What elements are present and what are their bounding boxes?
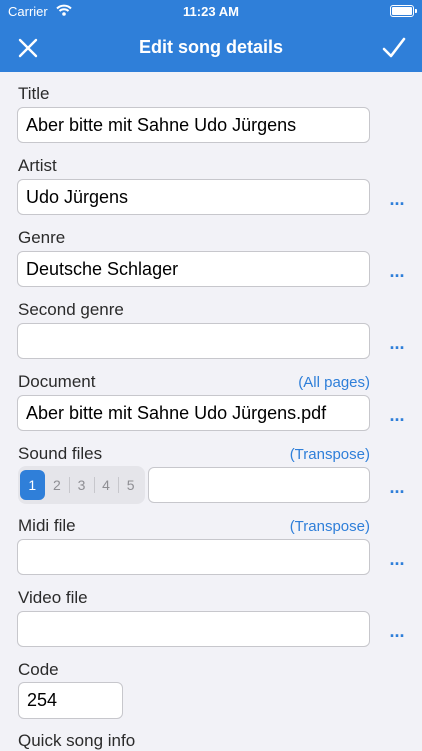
code-label: Code [18, 660, 59, 679]
genre-more-button[interactable]: ... [386, 262, 408, 280]
video-file-field[interactable] [17, 611, 370, 647]
title-field[interactable]: Aber bitte mit Sahne Udo Jürgens [17, 107, 370, 143]
sound-file-selector: 1 2 3 4 5 [18, 466, 145, 504]
checkmark-icon [382, 37, 406, 58]
sound-files-more-button[interactable]: ... [386, 478, 408, 496]
second-genre-field[interactable] [17, 323, 370, 359]
navigation-bar: Edit song details [0, 24, 422, 72]
all-pages-link[interactable]: (All pages) [298, 374, 370, 391]
second-genre-more-button[interactable]: ... [386, 334, 408, 352]
page-title: Edit song details [138, 37, 284, 57]
status-bar: Carrier 11:23 AM [0, 0, 422, 24]
sound-files-label: Sound files [18, 444, 103, 463]
genre-field[interactable]: Deutsche Schlager [17, 251, 370, 287]
genre-label: Genre [18, 228, 66, 247]
status-time: 11:23 AM [183, 4, 239, 19]
document-more-button[interactable]: ... [386, 406, 408, 424]
artist-more-button[interactable]: ... [386, 190, 408, 208]
sound-file-tab-2[interactable]: 2 [45, 470, 70, 500]
sound-transpose-link[interactable]: (Transpose) [290, 446, 370, 463]
video-file-more-button[interactable]: ... [386, 622, 408, 640]
document-label: Document [18, 372, 96, 391]
midi-file-field[interactable] [17, 539, 370, 575]
midi-transpose-link[interactable]: (Transpose) [290, 518, 370, 535]
code-field[interactable]: 254 [18, 682, 123, 719]
sound-file-tab-1[interactable]: 1 [20, 470, 45, 500]
sound-file-tab-5[interactable]: 5 [118, 470, 143, 500]
sound-file-tab-3[interactable]: 3 [69, 470, 94, 500]
sound-file-field[interactable] [148, 467, 370, 503]
document-field[interactable]: Aber bitte mit Sahne Udo Jürgens.pdf [17, 395, 370, 431]
quick-song-info-label: Quick song info [18, 731, 136, 750]
battery-icon [390, 5, 417, 17]
done-button[interactable] [380, 34, 408, 62]
artist-label: Artist [18, 156, 57, 175]
sound-file-tab-4[interactable]: 4 [93, 470, 119, 500]
title-label: Title [18, 84, 50, 103]
artist-field[interactable]: Udo Jürgens [17, 179, 370, 215]
midi-file-label: Midi file [18, 516, 76, 535]
midi-file-more-button[interactable]: ... [386, 550, 408, 568]
second-genre-label: Second genre [18, 300, 124, 319]
video-file-label: Video file [18, 588, 88, 607]
